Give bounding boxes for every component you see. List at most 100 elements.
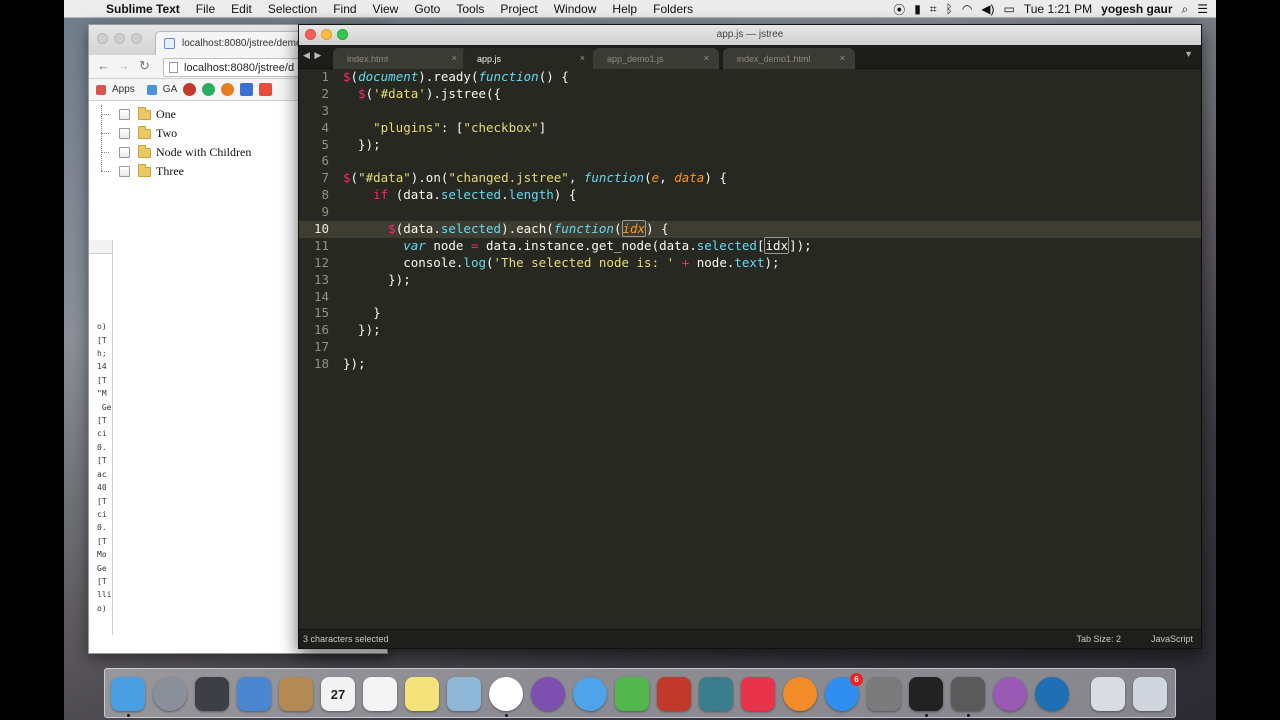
battery-icon[interactable]: ▭ [1004,2,1015,16]
code-line[interactable]: if (data.selected.length) { [343,187,812,204]
menu-tools[interactable]: Tools [448,2,492,16]
itunes-icon[interactable] [741,677,775,711]
reminders-icon[interactable] [363,677,397,711]
record-icon[interactable]: ⦿ [893,1,905,18]
tab-size-setting[interactable]: Tab Size: 2 [1076,634,1121,644]
user-name[interactable]: yogesh gaur [1101,2,1172,16]
tree-node[interactable]: Two [99,124,251,143]
editor-tab-active[interactable]: app.js × [463,48,595,69]
notification-center-icon[interactable]: ☰ [1197,2,1208,16]
code-editor[interactable]: 1 2 3 4 5 6 7 8 9 10 11 12 13 14 15 16 1… [299,69,1201,631]
code-line[interactable]: $(document).ready(function() { [343,69,812,86]
chrome-icon[interactable] [489,677,523,711]
code-line[interactable]: }); [343,137,812,154]
bluetooth-icon[interactable]: ᛒ [946,2,953,16]
code-line[interactable]: $(data.selected).each(function(idx) { [343,220,812,238]
menu-find[interactable]: Find [325,2,364,16]
menu-help[interactable]: Help [604,2,645,16]
tree-node-label[interactable]: Three [156,164,184,179]
editor-tab[interactable]: index_demo1.html × [723,48,855,69]
launchpad-icon[interactable] [153,677,187,711]
spotlight-icon[interactable]: ⌕ [1182,2,1189,17]
photo-booth-icon[interactable] [657,677,691,711]
appstore-purple-icon[interactable] [531,677,565,711]
minimize-window-icon[interactable] [114,33,125,44]
tree-checkbox[interactable] [119,109,130,120]
code-line[interactable]: $('#data').jstree({ [343,86,812,103]
bookmark-apps[interactable]: Apps [112,84,135,95]
image-capture-icon[interactable] [699,677,733,711]
forward-icon[interactable]: → [117,58,130,73]
code-line[interactable]: }); [343,356,812,373]
quicktime-icon[interactable] [1035,677,1069,711]
menu-file[interactable]: File [188,2,223,16]
close-tab-icon[interactable]: × [840,53,845,63]
notes-icon[interactable] [405,677,439,711]
code-line[interactable]: } [343,305,812,322]
code-line[interactable]: }); [343,272,812,289]
tree-checkbox[interactable] [119,166,130,177]
code-line[interactable] [343,339,812,356]
apps-grid-icon[interactable] [96,84,106,95]
code-line[interactable]: console.log('The selected node is: ' + n… [343,255,812,272]
tree-node[interactable]: Three [99,162,251,181]
code-line[interactable] [343,103,812,120]
tab-dropdown-icon[interactable]: ▼ [1184,49,1193,59]
code-line[interactable] [343,204,812,221]
tree-node[interactable]: One [99,105,251,124]
system-preferences-icon[interactable] [867,677,901,711]
code-line[interactable]: var node = data.instance.get_node(data.s… [343,236,812,255]
editor-tab[interactable]: app_demo1.js × [593,48,719,69]
code-line[interactable]: }); [343,322,812,339]
zoom-window-icon[interactable] [131,33,142,44]
bookmark-mail-icon[interactable] [259,83,273,96]
devtools-console[interactable]: lli o) [T h; 14 [T "M Ge [T ci 0. [T ac … [89,240,113,635]
bookmark-ga[interactable]: GA [163,84,177,95]
menu-selection[interactable]: Selection [260,2,325,16]
menu-project[interactable]: Project [492,2,545,16]
tree-node-label[interactable]: Two [156,126,177,141]
reload-icon[interactable]: ↻ [139,58,150,74]
ga-icon[interactable] [146,84,157,95]
bookmark-green-icon[interactable] [202,83,216,96]
close-tab-icon[interactable]: × [704,53,709,63]
terminal-icon[interactable] [909,677,943,711]
photos-icon[interactable] [447,677,481,711]
syntax-setting[interactable]: JavaScript [1151,634,1193,644]
close-tab-icon[interactable]: × [452,53,457,63]
documents-icon[interactable] [1091,677,1125,711]
clock[interactable]: Tue 1:21 PM [1024,2,1092,16]
code-content[interactable]: $(document).ready(function() { $('#data'… [343,69,812,373]
preview-icon[interactable] [237,677,271,711]
mission-control-icon[interactable] [195,677,229,711]
code-line[interactable] [343,153,812,170]
finder-icon[interactable] [111,677,145,711]
bookmark-orange-icon[interactable] [221,83,235,96]
tree-node-label[interactable]: One [156,107,176,122]
calendar-icon[interactable]: 27 [321,677,355,711]
code-line[interactable]: $("#data").on("changed.jstree", function… [343,170,812,187]
back-icon[interactable]: ← [97,58,110,73]
tree-checkbox[interactable] [119,128,130,139]
code-line[interactable]: "plugins": ["checkbox"] [343,120,812,137]
menu-edit[interactable]: Edit [223,2,260,16]
notification-icon[interactable]: ⌗ [930,2,937,17]
close-tab-icon[interactable]: × [580,53,585,63]
bookmark-blue-icon[interactable] [240,83,254,96]
minimize-window-icon[interactable] [321,29,332,40]
menu-goto[interactable]: Goto [406,2,448,16]
editor-tab[interactable]: index.html × [333,48,467,69]
wifi-icon[interactable]: ◠ [962,2,972,16]
menu-window[interactable]: Window [546,2,605,16]
sublime-icon[interactable] [951,677,985,711]
app-menu[interactable]: Sublime Text [98,2,188,16]
sync-icon[interactable] [993,677,1027,711]
tree-checkbox[interactable] [119,147,130,158]
contacts-icon[interactable] [279,677,313,711]
menu-folders[interactable]: Folders [645,2,701,16]
ibooks-icon[interactable] [783,677,817,711]
menu-view[interactable]: View [365,2,407,16]
close-window-icon[interactable] [97,33,108,44]
facetime-icon[interactable] [615,677,649,711]
tree-node-label[interactable]: Node with Children [156,145,251,160]
